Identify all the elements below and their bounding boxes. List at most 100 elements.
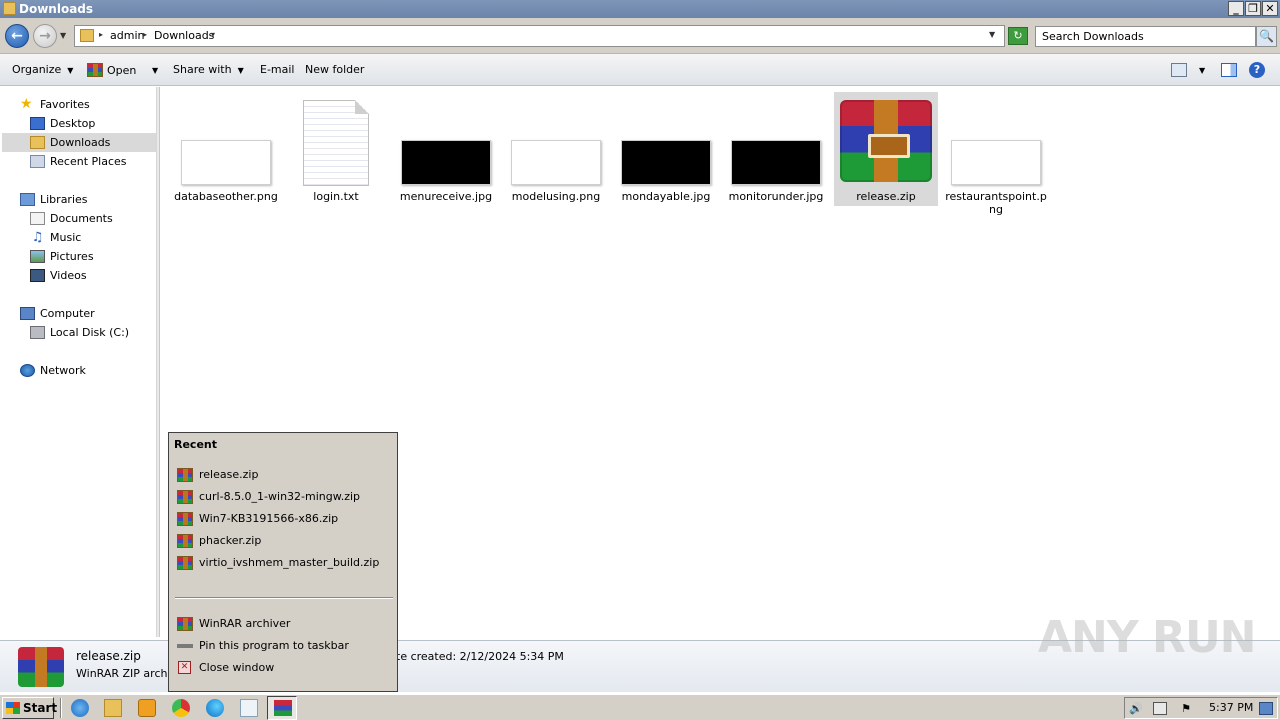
nav-label: Pictures [50, 250, 94, 263]
recent-item-label: virtio_ivshmem_master_build.zip [199, 556, 380, 569]
task-label: WinRAR archiver [199, 617, 291, 630]
winrar-icon [177, 512, 193, 526]
file-tile-databaseother[interactable]: databaseother.png [174, 92, 278, 206]
breadcrumb-admin[interactable]: admin [110, 29, 144, 42]
start-label: Start [23, 701, 58, 715]
flag-icon[interactable]: ⚑ [1179, 702, 1193, 715]
nav-local-disk[interactable]: Local Disk (C:) [30, 323, 150, 342]
file-tile-modelusing[interactable]: modelusing.png [504, 92, 608, 206]
nav-label: Computer [40, 307, 95, 320]
edge-icon[interactable] [206, 699, 224, 717]
chevron-down-icon[interactable]: ▾ [211, 30, 215, 39]
nav-desktop[interactable]: Desktop [30, 114, 150, 133]
task-label: Close window [199, 661, 275, 674]
history-dropdown-icon[interactable]: ▼ [60, 31, 66, 40]
system-tray: 🔊 ⚑ 5:37 PM [1124, 697, 1278, 719]
chevron-right-icon[interactable]: ▸ [99, 30, 103, 39]
winrar-icon [177, 490, 193, 504]
task-label: Pin this program to taskbar [199, 639, 349, 652]
file-name: mondayable.jpg [621, 190, 711, 203]
nav-music[interactable]: ♫ Music [30, 228, 150, 247]
winrar-icon [177, 468, 193, 482]
start-button[interactable]: Start [2, 697, 58, 719]
title-bar: Downloads _ ❐ ✕ [0, 0, 1280, 18]
music-icon: ♫ [31, 230, 44, 245]
address-row: ← → ▼ ▸ admin ▸ Downloads ▾ ▼ ↻ Search D… [0, 18, 1280, 54]
file-tile-login[interactable]: login.txt [284, 92, 388, 206]
nav-videos[interactable]: Videos [30, 266, 150, 285]
recent-item[interactable]: virtio_ivshmem_master_build.zip [177, 554, 387, 572]
back-button[interactable]: ← [5, 24, 29, 48]
chevron-right-icon[interactable]: ▸ [143, 30, 147, 39]
winrar-archiver-task[interactable]: WinRAR archiver [177, 615, 387, 633]
new-folder-button[interactable]: New folder [305, 63, 364, 76]
breadcrumb-downloads[interactable]: Downloads [154, 29, 214, 42]
share-with-button[interactable]: Share with ▼ [173, 63, 244, 76]
view-dropdown-icon[interactable]: ▼ [1193, 63, 1205, 76]
pin-to-taskbar-task[interactable]: Pin this program to taskbar [177, 637, 387, 655]
file-tile-restaurantspoint[interactable]: restaurantspoint.png [944, 92, 1048, 216]
winrar-icon [177, 534, 193, 548]
nav-downloads[interactable]: Downloads [2, 133, 156, 152]
nav-label: Recent Places [50, 155, 127, 168]
file-name: modelusing.png [511, 190, 601, 203]
navigation-pane: ★ Favorites Desktop Downloads Recent Plac… [0, 87, 157, 637]
file-tile-monitorunder[interactable]: monitorunder.jpg [724, 92, 828, 206]
folder-icon [80, 29, 94, 42]
open-dropdown-icon[interactable]: ▼ [146, 63, 158, 76]
close-button[interactable]: ✕ [1262, 1, 1278, 16]
jump-list: Recent release.zip curl-8.5.0_1-win32-mi… [168, 432, 398, 692]
file-tile-menureceive[interactable]: menureceive.jpg [394, 92, 498, 206]
image-thumbnail [951, 140, 1041, 185]
notepad-icon[interactable] [240, 699, 258, 717]
forward-button[interactable]: → [33, 24, 57, 48]
downloads-folder-icon [30, 136, 45, 149]
internet-explorer-icon[interactable] [71, 699, 89, 717]
recent-item[interactable]: phacker.zip [177, 532, 387, 550]
open-button[interactable]: Open [87, 63, 136, 77]
file-tile-release[interactable]: release.zip [834, 92, 938, 206]
minimize-button[interactable]: _ [1228, 1, 1244, 16]
nav-label: Local Disk (C:) [50, 326, 130, 339]
organize-button[interactable]: Organize ▼ [12, 63, 73, 76]
desktop-icon [30, 117, 45, 130]
nav-computer[interactable]: Computer [20, 304, 150, 323]
explorer-icon[interactable] [104, 699, 122, 717]
address-bar[interactable]: ▸ admin ▸ Downloads ▾ ▼ [74, 25, 1005, 47]
speaker-icon[interactable]: 🔊 [1129, 702, 1143, 715]
refresh-button[interactable]: ↻ [1008, 27, 1028, 45]
details-date-created: te created: 2/12/2024 5:34 PM [396, 650, 564, 663]
file-tile-mondayable[interactable]: mondayable.jpg [614, 92, 718, 206]
recent-item[interactable]: release.zip [177, 466, 387, 484]
star-icon: ★ [20, 96, 33, 112]
recent-item-label: Win7-KB3191566-x86.zip [199, 512, 339, 525]
search-icon[interactable]: 🔍 [1256, 26, 1277, 47]
clock[interactable]: 5:37 PM [1209, 701, 1253, 714]
nav-libraries[interactable]: Libraries [20, 190, 150, 209]
pictures-icon [30, 250, 45, 263]
nav-network[interactable]: Network [20, 361, 150, 380]
help-icon[interactable]: ? [1249, 62, 1265, 78]
nav-pictures[interactable]: Pictures [30, 247, 150, 266]
winrar-taskbar-button[interactable] [267, 696, 297, 720]
nav-recent-places[interactable]: Recent Places [30, 152, 150, 171]
details-file-name: release.zip [76, 649, 141, 663]
address-dropdown-icon[interactable]: ▼ [989, 30, 995, 39]
pin-icon [177, 644, 193, 648]
media-player-icon[interactable] [138, 699, 156, 717]
nav-documents[interactable]: Documents [30, 209, 150, 228]
restore-button[interactable]: ❐ [1245, 1, 1261, 16]
recent-item[interactable]: Win7-KB3191566-x86.zip [177, 510, 387, 528]
preview-pane-icon[interactable] [1221, 63, 1237, 77]
pane-splitter[interactable] [157, 87, 160, 637]
search-input[interactable]: Search Downloads [1035, 26, 1256, 47]
view-options-icon[interactable] [1171, 63, 1187, 77]
network-status-icon[interactable] [1153, 702, 1167, 715]
recent-item[interactable]: curl-8.5.0_1-win32-mingw.zip [177, 488, 387, 506]
organize-label: Organize [12, 63, 62, 76]
email-button[interactable]: E-mail [260, 63, 295, 76]
chrome-icon[interactable] [172, 699, 190, 717]
close-window-task[interactable]: ✕ Close window [177, 659, 387, 677]
nav-favorites[interactable]: ★ Favorites [20, 95, 150, 114]
show-desktop-icon[interactable] [1259, 702, 1273, 715]
